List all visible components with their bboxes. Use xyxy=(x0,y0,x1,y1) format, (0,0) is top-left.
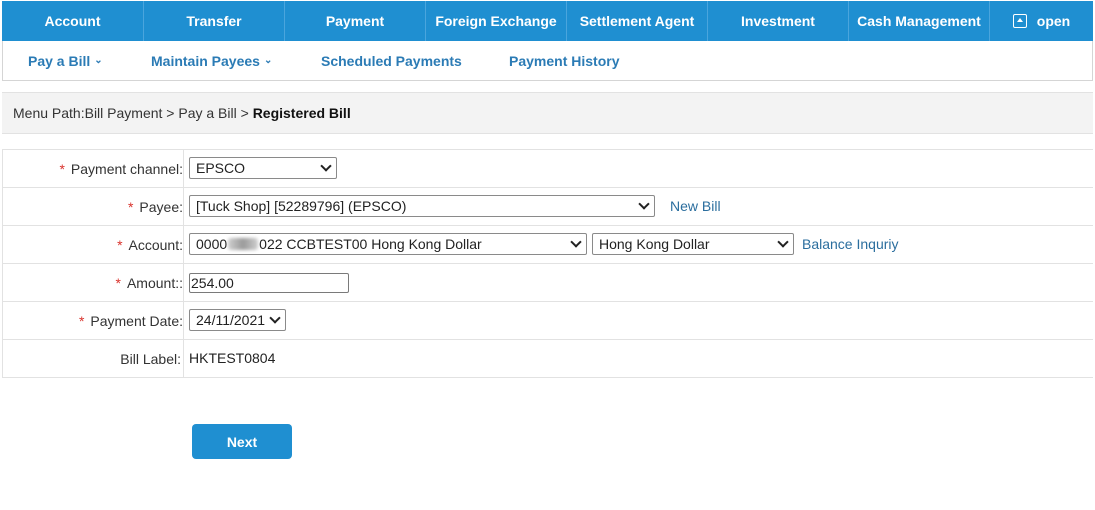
payment-date-row: * Payment Date: 24/11/2021 xyxy=(2,302,1093,340)
required-mark: * xyxy=(115,274,121,291)
sub-nav-maintain-payees[interactable]: Maintain Payees ⌄ xyxy=(151,41,272,80)
payment-channel-row: * Payment channel: EPSCO xyxy=(2,150,1093,188)
sub-nav-label: Maintain Payees xyxy=(151,52,260,69)
sub-nav-payment-history[interactable]: Payment History xyxy=(509,41,619,80)
sub-nav-label: Pay a Bill xyxy=(28,52,91,69)
payment-date-label-cell: * Payment Date: xyxy=(3,302,184,339)
top-nav: Account Transfer Payment Foreign Exchang… xyxy=(2,1,1093,41)
required-mark: * xyxy=(117,236,123,253)
chevron-down-icon: ⌄ xyxy=(263,55,273,66)
top-nav-cash-management[interactable]: Cash Management xyxy=(849,1,990,41)
amount-label-cell: * Amount:: xyxy=(3,264,184,301)
top-nav-label: Transfer xyxy=(186,13,242,29)
currency-value: Hong Kong Dollar xyxy=(599,236,710,252)
sub-nav: Pay a Bill ⌄ Maintain Payees ⌄ Scheduled P… xyxy=(2,41,1093,81)
bill-label-value-cell: HKTEST0804 xyxy=(184,340,1093,377)
panel-open-icon xyxy=(1012,14,1027,28)
top-nav-settlement-agent[interactable]: Settlement Agent xyxy=(567,1,708,41)
payee-value: [Tuck Shop] [52289796] (EPSCO) xyxy=(196,198,407,214)
account-select[interactable]: 0000 022 CCBTEST00 Hong Kong Dollar xyxy=(189,233,587,255)
payment-channel-select[interactable]: EPSCO xyxy=(189,157,337,179)
payee-row: * Payee: [Tuck Shop] [52289796] (EPSCO) … xyxy=(2,188,1093,226)
top-nav-label: Payment xyxy=(325,13,385,29)
top-nav-payment[interactable]: Payment xyxy=(285,1,426,41)
payment-date-value: 24/11/2021 xyxy=(196,312,266,328)
sub-nav-label: Payment History xyxy=(509,52,620,69)
amount-row: * Amount:: 254.00 xyxy=(2,264,1093,302)
account-number-prefix: 0000 xyxy=(196,236,228,252)
amount-value-cell: 254.00 xyxy=(184,264,1093,301)
bill-label-label-cell: Bill Label: xyxy=(3,340,184,377)
required-mark: * xyxy=(78,312,85,329)
top-nav-label: open xyxy=(1036,13,1071,29)
payee-label-cell: * Payee: xyxy=(3,188,184,225)
amount-input[interactable]: 254.00 xyxy=(189,273,349,293)
bill-label-row: Bill Label: HKTEST0804 xyxy=(2,340,1093,378)
payee-value-cell: [Tuck Shop] [52289796] (EPSCO) New Bill xyxy=(184,188,1093,225)
masked-digits xyxy=(228,238,259,250)
top-nav-label: Cash Management xyxy=(857,13,981,29)
account-label: Account: xyxy=(128,236,183,253)
next-button[interactable]: Next xyxy=(192,424,292,459)
breadcrumb: Menu Path:Bill Payment > Pay a Bill > Re… xyxy=(2,92,1093,134)
payment-date-label: Payment Date: xyxy=(90,312,183,329)
top-nav-transfer[interactable]: Transfer xyxy=(144,1,285,41)
currency-select[interactable]: Hong Kong Dollar xyxy=(592,233,794,255)
sub-nav-scheduled-payments[interactable]: Scheduled Payments xyxy=(321,41,462,80)
top-nav-foreign-exchange[interactable]: Foreign Exchange xyxy=(426,1,567,41)
top-nav-label: Foreign Exchange xyxy=(435,13,557,29)
required-mark: * xyxy=(127,198,134,215)
sub-nav-pay-a-bill[interactable]: Pay a Bill ⌄ xyxy=(28,41,103,80)
payment-channel-value: EPSCO xyxy=(196,160,246,176)
amount-label: Amount:: xyxy=(126,274,183,291)
chevron-down-icon: ⌄ xyxy=(94,55,103,66)
payment-channel-label: Payment channel: xyxy=(70,160,183,177)
account-value-cell: 0000 022 CCBTEST00 Hong Kong Dollar Hong … xyxy=(184,226,1093,263)
new-bill-link[interactable]: New Bill xyxy=(670,198,721,214)
top-nav-label: Settlement Agent xyxy=(579,13,695,29)
account-number-suffix: 022 CCBTEST00 Hong Kong Dollar xyxy=(259,236,482,252)
payment-date-select[interactable]: 24/11/2021 xyxy=(189,309,286,331)
next-button-label: Next xyxy=(226,433,258,450)
sub-nav-label: Scheduled Payments xyxy=(321,52,462,69)
amount-value: 254.00 xyxy=(191,275,234,291)
payee-label: Payee: xyxy=(139,198,183,215)
bill-label-label: Bill Label: xyxy=(120,350,181,367)
top-nav-open[interactable]: open xyxy=(990,1,1093,41)
payment-channel-value-cell: EPSCO xyxy=(184,150,1093,187)
account-label-cell: * Account: xyxy=(3,226,184,263)
chevron-down-icon xyxy=(570,236,582,248)
bill-payment-form: * Payment channel: EPSCO * Payee: [Tuck … xyxy=(2,149,1093,378)
chevron-down-icon xyxy=(320,160,332,172)
chevron-down-icon xyxy=(777,236,789,248)
payee-select[interactable]: [Tuck Shop] [52289796] (EPSCO) xyxy=(189,195,655,217)
payment-channel-label-cell: * Payment channel: xyxy=(3,150,184,187)
top-nav-label: Account xyxy=(44,13,101,29)
balance-inquiry-link[interactable]: Balance Inquriy xyxy=(802,236,899,252)
bill-label-value: HKTEST0804 xyxy=(189,350,276,366)
breadcrumb-path: Menu Path:Bill Payment > Pay a Bill > xyxy=(13,105,253,121)
required-mark: * xyxy=(59,160,65,177)
payment-date-value-cell: 24/11/2021 xyxy=(184,302,1093,339)
chevron-down-icon xyxy=(269,312,281,324)
top-nav-investment[interactable]: Investment xyxy=(708,1,849,41)
top-nav-label: Investment xyxy=(741,13,815,29)
top-nav-account[interactable]: Account xyxy=(2,1,144,41)
chevron-down-icon xyxy=(638,198,650,210)
account-row: * Account: 0000 022 CCBTEST00 Hong Kong D… xyxy=(2,226,1093,264)
breadcrumb-current: Registered Bill xyxy=(252,105,351,121)
